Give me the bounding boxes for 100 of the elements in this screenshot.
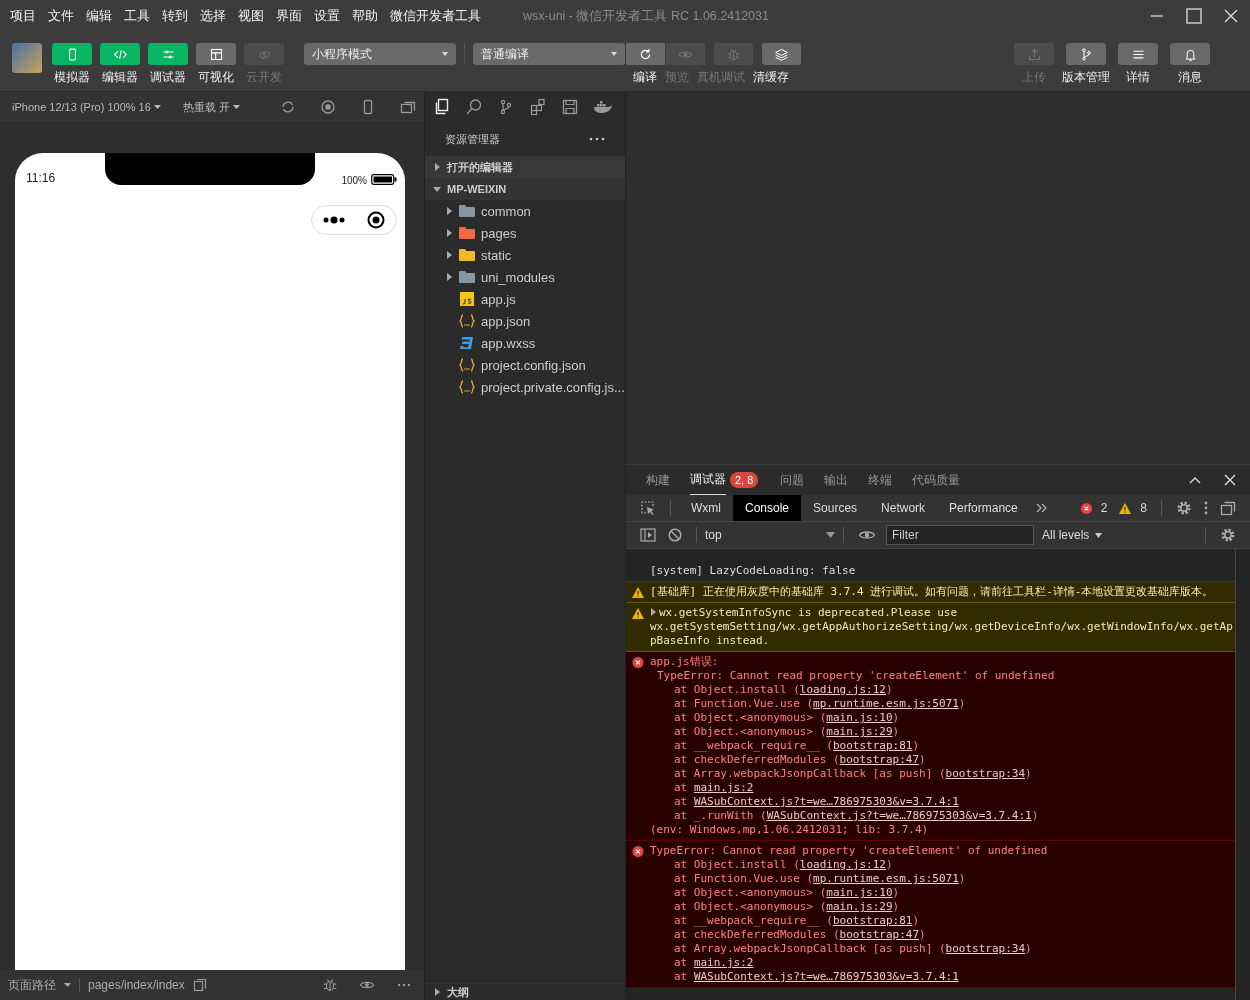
devtools-tab[interactable]: Performance bbox=[937, 495, 1030, 521]
file-tree-item[interactable]: app.js bbox=[481, 291, 516, 307]
file-tree-item[interactable]: pages bbox=[481, 225, 517, 241]
menu-item[interactable]: 帮助 bbox=[350, 7, 380, 25]
section-header[interactable]: 大纲 bbox=[425, 983, 625, 1000]
dropdown-caret-icon[interactable] bbox=[1095, 532, 1103, 538]
chevrons-icon[interactable] bbox=[1035, 503, 1048, 513]
toolbar-button[interactable] bbox=[761, 43, 801, 65]
rotate-icon[interactable] bbox=[279, 99, 296, 115]
search-icon[interactable] bbox=[465, 98, 483, 116]
source-link[interactable]: bootstrap:81 bbox=[832, 739, 913, 752]
bug-icon[interactable] bbox=[322, 977, 338, 993]
source-link[interactable]: mp.runtime.esm.js:5071 bbox=[813, 872, 959, 885]
context-select[interactable]: top bbox=[705, 528, 835, 542]
section-header[interactable]: MP-WEIXIN bbox=[425, 178, 625, 200]
maximize-icon[interactable] bbox=[1186, 8, 1202, 24]
devtools-tab[interactable]: Console bbox=[733, 495, 802, 521]
source-link[interactable]: WASubContext.js?t=we…786975303&v=3.7.4:1 bbox=[693, 970, 959, 983]
close-icon[interactable] bbox=[1224, 9, 1238, 23]
compile-select[interactable]: 普通编译 bbox=[473, 43, 625, 65]
panel-tab[interactable]: 代码质量 bbox=[912, 465, 961, 495]
file-tree-item[interactable]: common bbox=[481, 203, 531, 219]
file-tree-item[interactable]: app.wxss bbox=[481, 335, 536, 351]
source-link[interactable]: main.js:2 bbox=[693, 781, 754, 794]
menu-item[interactable]: 工具 bbox=[122, 7, 152, 25]
target-icon[interactable] bbox=[366, 210, 386, 230]
battery-icon bbox=[371, 174, 397, 185]
panel-tab[interactable]: 问题 bbox=[780, 465, 805, 495]
caret-icon[interactable] bbox=[445, 229, 453, 237]
source-link[interactable]: main.js:10 bbox=[826, 711, 893, 724]
devtools-tab[interactable]: Sources bbox=[801, 495, 870, 521]
panel-tab[interactable]: 输出 bbox=[824, 465, 849, 495]
panel-tab[interactable]: 构建 bbox=[646, 465, 670, 495]
more-icon[interactable] bbox=[322, 215, 346, 225]
dropdown-caret-icon[interactable] bbox=[153, 105, 161, 109]
file-tree-item[interactable]: uni_modules bbox=[481, 269, 555, 285]
menu-item[interactable]: 编辑 bbox=[84, 7, 114, 25]
stop-icon[interactable] bbox=[319, 99, 336, 115]
source-link[interactable]: main.js:10 bbox=[826, 886, 893, 899]
whale-icon[interactable] bbox=[593, 98, 613, 116]
close-icon[interactable] bbox=[1224, 474, 1236, 486]
file-tree-item[interactable]: static bbox=[481, 247, 512, 263]
page-path-select[interactable]: 页面路径 bbox=[8, 976, 56, 994]
dropdown-caret-icon[interactable] bbox=[64, 983, 71, 987]
levels-select[interactable]: All levels bbox=[1042, 528, 1090, 542]
dock-icon[interactable] bbox=[1220, 500, 1236, 516]
copy-icon[interactable] bbox=[192, 978, 207, 992]
blocks-icon[interactable] bbox=[529, 98, 547, 116]
files-icon[interactable] bbox=[433, 98, 451, 116]
kebab-icon[interactable] bbox=[1204, 501, 1208, 515]
source-link[interactable]: main.js:29 bbox=[826, 725, 893, 738]
source-link[interactable]: bootstrap:34 bbox=[945, 767, 1025, 780]
windows-icon[interactable] bbox=[399, 99, 416, 115]
caret-icon[interactable] bbox=[445, 251, 453, 259]
more-icon[interactable] bbox=[589, 136, 605, 142]
caret-icon[interactable] bbox=[445, 207, 453, 215]
menu-item[interactable]: 设置 bbox=[312, 7, 342, 25]
menu-item[interactable]: 界面 bbox=[274, 7, 304, 25]
source-link[interactable]: main.js:29 bbox=[826, 900, 893, 913]
menu-item[interactable]: 视图 bbox=[236, 7, 266, 25]
expand-caret-icon[interactable] bbox=[650, 608, 657, 616]
source-link[interactable]: mp.runtime.esm.js:5071 bbox=[813, 697, 959, 710]
error-title: TypeError: Cannot read property 'createElement' of undefined bbox=[650, 844, 1048, 858]
mode-select[interactable]: 小程序模式 bbox=[304, 43, 456, 65]
file-tree-item[interactable]: project.config.json bbox=[481, 357, 586, 373]
source-link[interactable]: loading.js:12 bbox=[799, 858, 886, 871]
settings-icon[interactable] bbox=[1220, 527, 1236, 543]
filter-field[interactable]: Filter bbox=[886, 525, 1034, 545]
caret-icon[interactable] bbox=[445, 273, 453, 281]
panel-tab[interactable]: 终端 bbox=[868, 465, 893, 495]
menu-item[interactable]: 转到 bbox=[160, 7, 190, 25]
devtools-tab[interactable]: Network bbox=[869, 495, 938, 521]
inspect-icon[interactable] bbox=[640, 500, 656, 516]
source-link[interactable]: bootstrap:47 bbox=[839, 928, 920, 941]
devtools-tab[interactable]: Wxml bbox=[679, 495, 733, 521]
source-link[interactable]: bootstrap:81 bbox=[832, 914, 913, 927]
device-select[interactable]: iPhone 12/13 (Pro) 100% 16 bbox=[12, 101, 151, 113]
toolbar-button[interactable] bbox=[196, 43, 236, 65]
collapse-icon[interactable] bbox=[1188, 475, 1202, 485]
hot-reload-select[interactable]: 热重载 开 bbox=[182, 99, 230, 115]
source-link[interactable]: bootstrap:34 bbox=[945, 942, 1025, 955]
sidebar-icon[interactable] bbox=[640, 528, 656, 542]
save-icon[interactable] bbox=[561, 98, 579, 116]
section-header[interactable]: 打开的编辑器 bbox=[425, 156, 625, 178]
settings-icon[interactable] bbox=[1176, 500, 1192, 516]
menu-item[interactable]: 文件 bbox=[46, 7, 76, 25]
source-link[interactable]: WASubContext.js?t=we…786975303&v=3.7.4:1 bbox=[693, 795, 959, 808]
toolbar-button[interactable] bbox=[1118, 43, 1158, 65]
menu-item[interactable]: 微信开发者工具 bbox=[388, 7, 483, 25]
file-tree-item[interactable]: project.private.config.js... bbox=[481, 379, 625, 395]
file-tree-item[interactable]: app.json bbox=[481, 313, 531, 329]
dropdown-caret-icon[interactable] bbox=[232, 105, 240, 109]
source-link[interactable]: bootstrap:47 bbox=[839, 753, 920, 766]
menu-item[interactable]: 项目 bbox=[8, 7, 38, 25]
source-link[interactable]: loading.js:12 bbox=[799, 683, 886, 696]
toolbar-button[interactable] bbox=[625, 43, 665, 65]
menu-item[interactable]: 选择 bbox=[198, 7, 228, 25]
source-link[interactable]: main.js:2 bbox=[693, 956, 754, 969]
source-link[interactable]: WASubContext.js?t=we…786975303&v=3.7.4:1 bbox=[766, 809, 1032, 822]
clear-icon[interactable] bbox=[668, 528, 682, 542]
